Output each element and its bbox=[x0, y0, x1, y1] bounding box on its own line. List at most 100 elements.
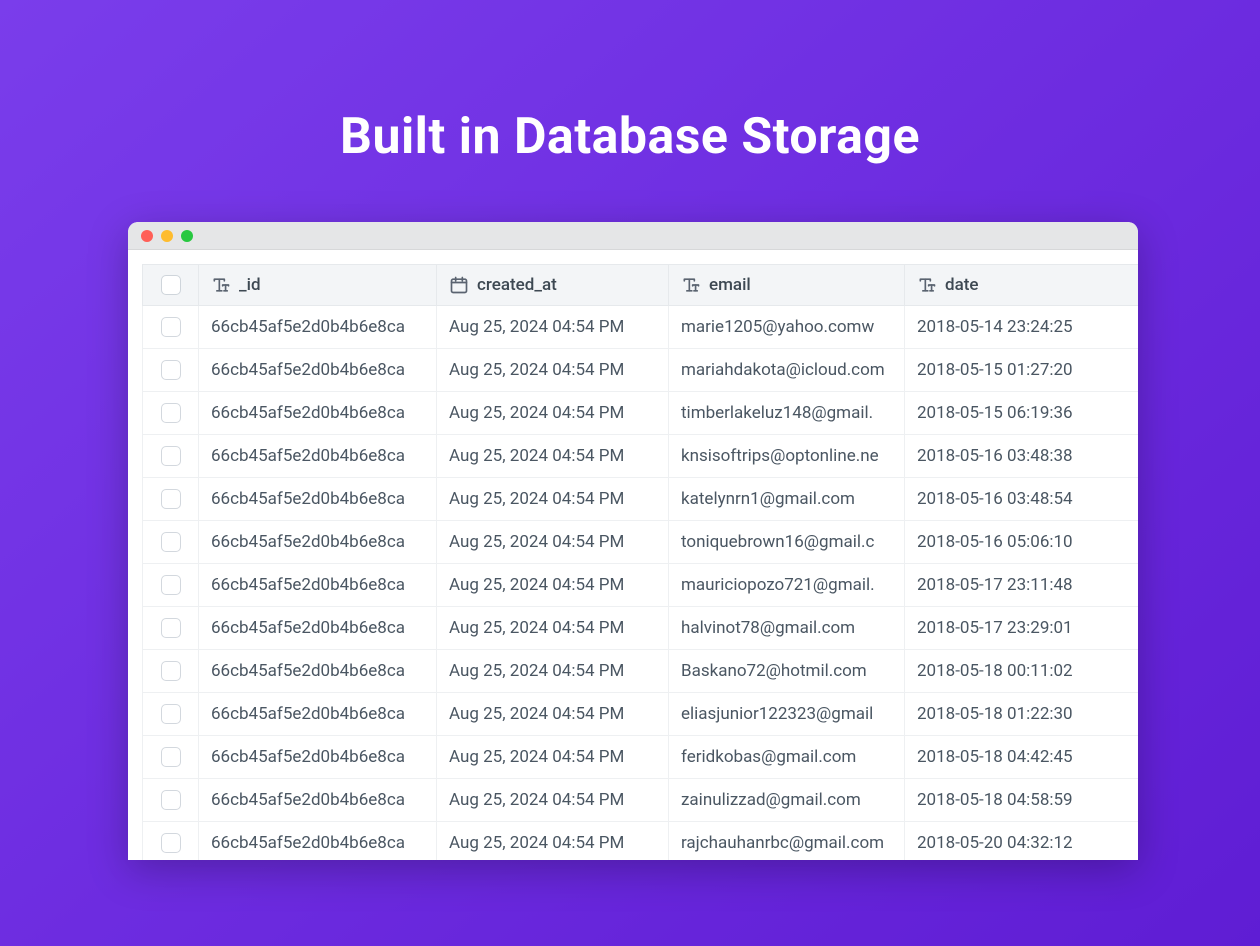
column-header-select[interactable] bbox=[143, 265, 199, 306]
cell-email: rajchauhanrbc@gmail.com bbox=[669, 822, 905, 861]
row-checkbox[interactable] bbox=[161, 446, 181, 466]
cell-select[interactable] bbox=[143, 521, 199, 564]
cell-created_at: Aug 25, 2024 04:54 PM bbox=[437, 306, 669, 349]
table-row[interactable]: 66cb45af5e2d0b4b6e8caAug 25, 2024 04:54 … bbox=[143, 564, 1139, 607]
cell-id: 66cb45af5e2d0b4b6e8ca bbox=[199, 736, 437, 779]
cell-date: 2018-05-18 04:58:59 bbox=[905, 779, 1139, 822]
cell-select[interactable] bbox=[143, 306, 199, 349]
row-checkbox[interactable] bbox=[161, 747, 181, 767]
column-label: date bbox=[945, 275, 979, 295]
cell-date: 2018-05-16 05:06:10 bbox=[905, 521, 1139, 564]
window-close-icon[interactable] bbox=[141, 230, 153, 242]
cell-id: 66cb45af5e2d0b4b6e8ca bbox=[199, 822, 437, 861]
column-header-id[interactable]: _id bbox=[199, 265, 437, 306]
row-checkbox[interactable] bbox=[161, 532, 181, 552]
page-title: Built in Database Storage bbox=[0, 0, 1260, 166]
cell-id: 66cb45af5e2d0b4b6e8ca bbox=[199, 392, 437, 435]
cell-email: mauriciopozo721@gmail. bbox=[669, 564, 905, 607]
cell-created_at: Aug 25, 2024 04:54 PM bbox=[437, 435, 669, 478]
cell-email: mariahdakota@icloud.com bbox=[669, 349, 905, 392]
cell-select[interactable] bbox=[143, 779, 199, 822]
cell-date: 2018-05-18 01:22:30 bbox=[905, 693, 1139, 736]
cell-date: 2018-05-17 23:29:01 bbox=[905, 607, 1139, 650]
table-row[interactable]: 66cb45af5e2d0b4b6e8caAug 25, 2024 04:54 … bbox=[143, 521, 1139, 564]
text-type-icon bbox=[917, 275, 937, 295]
cell-id: 66cb45af5e2d0b4b6e8ca bbox=[199, 478, 437, 521]
cell-id: 66cb45af5e2d0b4b6e8ca bbox=[199, 564, 437, 607]
cell-email: halvinot78@gmail.com bbox=[669, 607, 905, 650]
cell-select[interactable] bbox=[143, 349, 199, 392]
table-row[interactable]: 66cb45af5e2d0b4b6e8caAug 25, 2024 04:54 … bbox=[143, 349, 1139, 392]
table-row[interactable]: 66cb45af5e2d0b4b6e8caAug 25, 2024 04:54 … bbox=[143, 478, 1139, 521]
cell-date: 2018-05-15 06:19:36 bbox=[905, 392, 1139, 435]
cell-email: marie1205@yahoo.comw bbox=[669, 306, 905, 349]
row-checkbox[interactable] bbox=[161, 833, 181, 853]
table-row[interactable]: 66cb45af5e2d0b4b6e8caAug 25, 2024 04:54 … bbox=[143, 650, 1139, 693]
table-row[interactable]: 66cb45af5e2d0b4b6e8caAug 25, 2024 04:54 … bbox=[143, 822, 1139, 861]
row-checkbox[interactable] bbox=[161, 489, 181, 509]
cell-select[interactable] bbox=[143, 607, 199, 650]
column-header-date[interactable]: date bbox=[905, 265, 1139, 306]
cell-created_at: Aug 25, 2024 04:54 PM bbox=[437, 521, 669, 564]
table-row[interactable]: 66cb45af5e2d0b4b6e8caAug 25, 2024 04:54 … bbox=[143, 779, 1139, 822]
column-label: created_at bbox=[477, 275, 557, 295]
table-header-row: _id created_at bbox=[143, 265, 1139, 306]
row-checkbox[interactable] bbox=[161, 790, 181, 810]
cell-date: 2018-05-15 01:27:20 bbox=[905, 349, 1139, 392]
cell-date: 2018-05-18 04:42:45 bbox=[905, 736, 1139, 779]
row-checkbox[interactable] bbox=[161, 618, 181, 638]
cell-date: 2018-05-18 00:11:02 bbox=[905, 650, 1139, 693]
cell-id: 66cb45af5e2d0b4b6e8ca bbox=[199, 779, 437, 822]
cell-email: feridkobas@gmail.com bbox=[669, 736, 905, 779]
column-header-email[interactable]: email bbox=[669, 265, 905, 306]
cell-date: 2018-05-16 03:48:54 bbox=[905, 478, 1139, 521]
row-checkbox[interactable] bbox=[161, 661, 181, 681]
cell-select[interactable] bbox=[143, 822, 199, 861]
cell-select[interactable] bbox=[143, 564, 199, 607]
data-table: _id created_at bbox=[142, 264, 1138, 860]
cell-date: 2018-05-14 23:24:25 bbox=[905, 306, 1139, 349]
cell-email: toniquebrown16@gmail.c bbox=[669, 521, 905, 564]
cell-created_at: Aug 25, 2024 04:54 PM bbox=[437, 478, 669, 521]
column-header-created-at[interactable]: created_at bbox=[437, 265, 669, 306]
window-maximize-icon[interactable] bbox=[181, 230, 193, 242]
data-table-container: _id created_at bbox=[128, 250, 1138, 860]
cell-date: 2018-05-16 03:48:38 bbox=[905, 435, 1139, 478]
table-row[interactable]: 66cb45af5e2d0b4b6e8caAug 25, 2024 04:54 … bbox=[143, 392, 1139, 435]
row-checkbox[interactable] bbox=[161, 360, 181, 380]
cell-id: 66cb45af5e2d0b4b6e8ca bbox=[199, 349, 437, 392]
cell-id: 66cb45af5e2d0b4b6e8ca bbox=[199, 521, 437, 564]
cell-email: Baskano72@hotmil.com bbox=[669, 650, 905, 693]
row-checkbox[interactable] bbox=[161, 403, 181, 423]
cell-select[interactable] bbox=[143, 693, 199, 736]
cell-created_at: Aug 25, 2024 04:54 PM bbox=[437, 607, 669, 650]
cell-created_at: Aug 25, 2024 04:54 PM bbox=[437, 693, 669, 736]
cell-select[interactable] bbox=[143, 392, 199, 435]
cell-created_at: Aug 25, 2024 04:54 PM bbox=[437, 564, 669, 607]
cell-id: 66cb45af5e2d0b4b6e8ca bbox=[199, 607, 437, 650]
select-all-checkbox[interactable] bbox=[161, 275, 181, 295]
table-row[interactable]: 66cb45af5e2d0b4b6e8caAug 25, 2024 04:54 … bbox=[143, 435, 1139, 478]
table-row[interactable]: 66cb45af5e2d0b4b6e8caAug 25, 2024 04:54 … bbox=[143, 306, 1139, 349]
cell-email: timberlakeluz148@gmail. bbox=[669, 392, 905, 435]
window-minimize-icon[interactable] bbox=[161, 230, 173, 242]
row-checkbox[interactable] bbox=[161, 575, 181, 595]
cell-created_at: Aug 25, 2024 04:54 PM bbox=[437, 392, 669, 435]
cell-email: katelynrn1@gmail.com bbox=[669, 478, 905, 521]
cell-select[interactable] bbox=[143, 736, 199, 779]
cell-created_at: Aug 25, 2024 04:54 PM bbox=[437, 736, 669, 779]
cell-id: 66cb45af5e2d0b4b6e8ca bbox=[199, 650, 437, 693]
row-checkbox[interactable] bbox=[161, 317, 181, 337]
cell-created_at: Aug 25, 2024 04:54 PM bbox=[437, 779, 669, 822]
cell-date: 2018-05-20 04:32:12 bbox=[905, 822, 1139, 861]
cell-email: zainulizzad@gmail.com bbox=[669, 779, 905, 822]
row-checkbox[interactable] bbox=[161, 704, 181, 724]
table-row[interactable]: 66cb45af5e2d0b4b6e8caAug 25, 2024 04:54 … bbox=[143, 736, 1139, 779]
cell-select[interactable] bbox=[143, 478, 199, 521]
cell-id: 66cb45af5e2d0b4b6e8ca bbox=[199, 693, 437, 736]
table-row[interactable]: 66cb45af5e2d0b4b6e8caAug 25, 2024 04:54 … bbox=[143, 693, 1139, 736]
cell-date: 2018-05-17 23:11:48 bbox=[905, 564, 1139, 607]
cell-select[interactable] bbox=[143, 650, 199, 693]
table-row[interactable]: 66cb45af5e2d0b4b6e8caAug 25, 2024 04:54 … bbox=[143, 607, 1139, 650]
cell-select[interactable] bbox=[143, 435, 199, 478]
